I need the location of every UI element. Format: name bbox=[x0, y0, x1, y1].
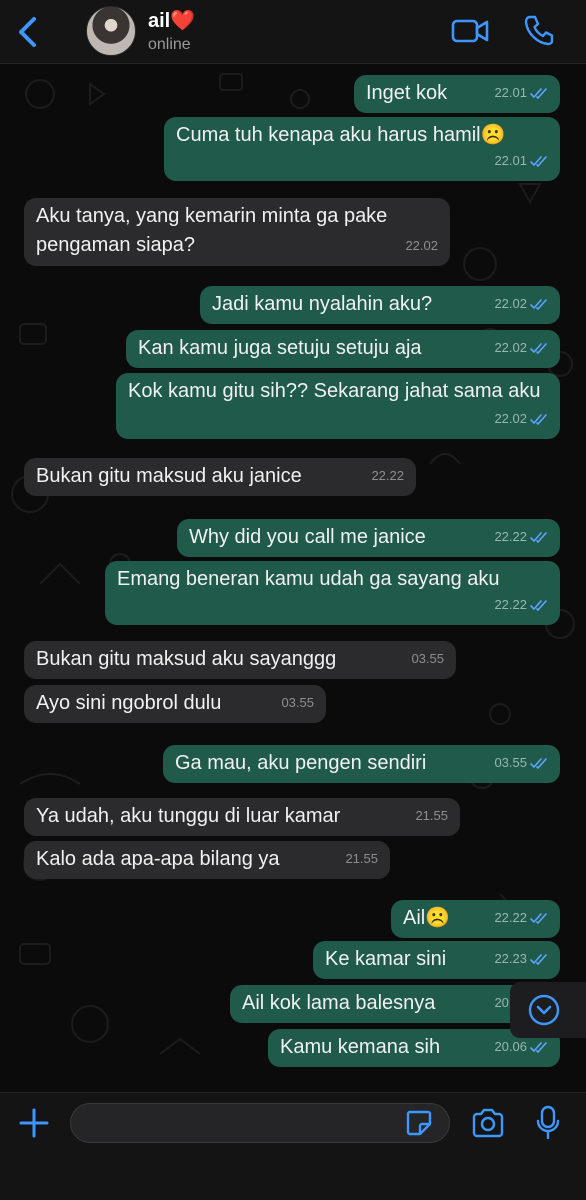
message-meta: 22.22 bbox=[371, 461, 404, 490]
incoming-message[interactable]: Ayo sini ngobrol dulu 03.55 bbox=[24, 685, 326, 723]
message-meta: 22.01 bbox=[494, 78, 548, 107]
read-receipt-icon bbox=[530, 599, 547, 611]
read-receipt-icon bbox=[530, 413, 547, 425]
message-time: 22.01 bbox=[494, 153, 527, 168]
message-meta: 21.55 bbox=[345, 844, 378, 873]
message-text: Kan kamu juga setuju setuju aja bbox=[138, 337, 422, 359]
phone-icon[interactable] bbox=[524, 14, 554, 46]
read-receipt-icon bbox=[530, 531, 547, 543]
outgoing-message[interactable]: Ke kamar sini 22.23 bbox=[313, 941, 560, 979]
chat-header: ail❤️ online bbox=[0, 0, 586, 64]
message-time: 22.02 bbox=[494, 296, 527, 311]
read-receipt-icon bbox=[530, 953, 547, 965]
read-receipt-icon bbox=[530, 87, 547, 99]
incoming-message[interactable]: Ya udah, aku tunggu di luar kamar 21.55 bbox=[24, 798, 460, 836]
outgoing-message[interactable]: Cuma tuh kenapa aku harus hamil☹️ 22.01 bbox=[164, 117, 560, 181]
video-camera-icon[interactable] bbox=[451, 17, 489, 45]
sticker-icon[interactable] bbox=[406, 1110, 432, 1136]
camera-icon[interactable] bbox=[471, 1108, 505, 1138]
message-text: Emang beneran kamu udah ga sayang aku bbox=[117, 568, 500, 590]
message-text: Aku tanya, yang kemarin minta ga pake pe… bbox=[36, 205, 393, 256]
message-text: Ya udah, aku tunggu di luar kamar bbox=[36, 805, 341, 827]
message-text: Ayo sini ngobrol dulu bbox=[36, 692, 222, 714]
message-input[interactable] bbox=[70, 1103, 450, 1143]
message-text: Bukan gitu maksud aku sayanggg bbox=[36, 648, 337, 670]
message-meta: 21.55 bbox=[415, 801, 448, 830]
read-receipt-icon bbox=[530, 912, 547, 924]
read-receipt-icon bbox=[530, 155, 547, 167]
incoming-message[interactable]: Bukan gitu maksud aku janice 22.22 bbox=[24, 458, 416, 496]
message-meta: 22.22 bbox=[494, 903, 548, 932]
message-time: 21.55 bbox=[415, 808, 448, 823]
message-time: 21.55 bbox=[345, 851, 378, 866]
read-receipt-icon bbox=[530, 757, 547, 769]
outgoing-message[interactable]: Ga mau, aku pengen sendiri 03.55 bbox=[163, 745, 560, 783]
incoming-message[interactable]: Bukan gitu maksud aku sayanggg 03.55 bbox=[24, 641, 456, 679]
back-chevron-icon[interactable] bbox=[14, 14, 42, 50]
outgoing-message[interactable]: Emang beneran kamu udah ga sayang aku 22.… bbox=[105, 561, 560, 625]
message-input-bar bbox=[0, 1092, 586, 1200]
message-meta: 03.55 bbox=[411, 644, 444, 673]
message-time: 03.55 bbox=[411, 651, 444, 666]
incoming-message[interactable]: Aku tanya, yang kemarin minta ga pake pe… bbox=[24, 198, 450, 266]
outgoing-message[interactable]: Why did you call me janice 22.22 bbox=[177, 519, 560, 557]
message-meta: 03.55 bbox=[281, 688, 314, 717]
message-time: 22.22 bbox=[494, 529, 527, 544]
message-text: Kok kamu gitu sih?? Sekarang jahat sama … bbox=[128, 380, 541, 402]
message-text: Kalo ada apa-apa bilang ya bbox=[36, 848, 280, 870]
message-meta: 22.02 bbox=[494, 333, 548, 362]
avatar[interactable] bbox=[86, 6, 136, 56]
message-meta: 22.23 bbox=[494, 944, 548, 973]
outgoing-message[interactable]: Kan kamu juga setuju setuju aja 22.02 bbox=[126, 330, 560, 368]
message-text: Bukan gitu maksud aku janice bbox=[36, 465, 302, 487]
message-meta: 22.01 bbox=[494, 146, 548, 175]
message-meta: 22.02 bbox=[494, 404, 548, 433]
message-meta: 22.22 bbox=[494, 590, 548, 619]
message-time: 03.55 bbox=[494, 755, 527, 770]
message-time: 03.55 bbox=[281, 695, 314, 710]
chat-messages[interactable]: Inget kok 22.01 Cuma tuh kenapa aku harus … bbox=[0, 64, 586, 1092]
message-time: 22.02 bbox=[494, 340, 527, 355]
message-time: 22.22 bbox=[494, 910, 527, 925]
message-time: 22.22 bbox=[371, 468, 404, 483]
scroll-down-button[interactable] bbox=[510, 982, 586, 1038]
message-time: 22.23 bbox=[494, 951, 527, 966]
outgoing-message[interactable]: Inget kok 22.01 bbox=[354, 75, 560, 113]
message-text: Cuma tuh kenapa aku harus hamil☹️ bbox=[176, 124, 506, 146]
outgoing-message[interactable]: Ail☹️ 22.22 bbox=[391, 900, 560, 938]
message-meta: 22.02 bbox=[405, 231, 438, 260]
message-text: Ga mau, aku pengen sendiri bbox=[175, 752, 427, 774]
message-time: 22.02 bbox=[405, 238, 438, 253]
message-meta: 22.22 bbox=[494, 522, 548, 551]
read-receipt-icon bbox=[530, 1041, 547, 1053]
message-meta: 22.02 bbox=[494, 289, 548, 318]
chevron-down-circle-icon bbox=[528, 994, 560, 1026]
contact-name[interactable]: ail❤️ bbox=[148, 8, 195, 33]
outgoing-message[interactable]: Kok kamu gitu sih?? Sekarang jahat sama … bbox=[116, 373, 560, 439]
plus-icon[interactable] bbox=[18, 1107, 50, 1139]
message-time: 22.22 bbox=[494, 597, 527, 612]
message-time: 22.01 bbox=[494, 85, 527, 100]
message-meta: 03.55 bbox=[494, 748, 548, 777]
incoming-message[interactable]: Kalo ada apa-apa bilang ya 21.55 bbox=[24, 841, 390, 879]
read-receipt-icon bbox=[530, 342, 547, 354]
message-time: 22.02 bbox=[494, 411, 527, 426]
read-receipt-icon bbox=[530, 298, 547, 310]
microphone-icon[interactable] bbox=[536, 1105, 560, 1141]
contact-status: online bbox=[148, 36, 191, 53]
outgoing-message[interactable]: Jadi kamu nyalahin aku? 22.02 bbox=[200, 286, 560, 324]
